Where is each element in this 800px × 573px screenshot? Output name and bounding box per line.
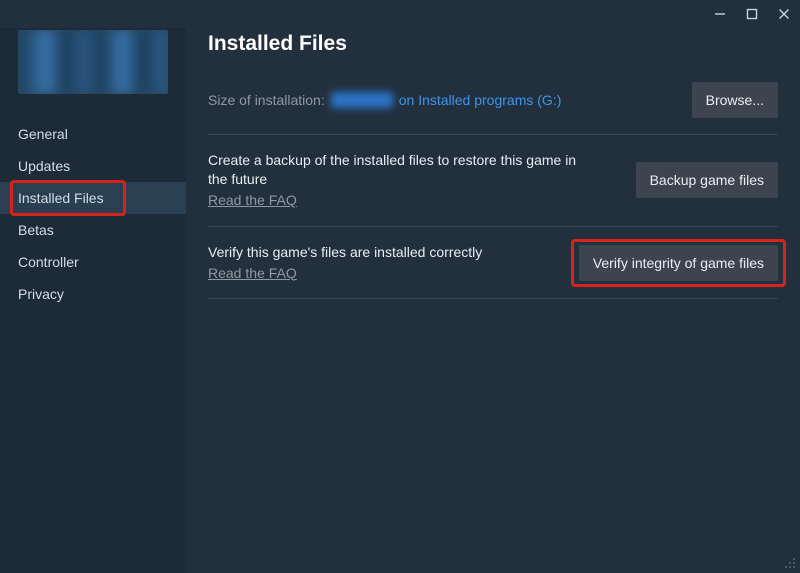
browse-button[interactable]: Browse... — [692, 82, 778, 118]
sidebar-item-controller[interactable]: Controller — [0, 246, 186, 278]
minimize-button[interactable] — [712, 6, 728, 22]
verify-integrity-button[interactable]: Verify integrity of game files — [579, 245, 778, 281]
backup-description: Create a backup of the installed files t… — [208, 152, 576, 187]
backup-game-files-button[interactable]: Backup game files — [636, 162, 778, 198]
install-size-row: Size of installation: on Installed progr… — [208, 82, 778, 118]
install-size-label: Size of installation: — [208, 92, 325, 108]
properties-window: General Updates Installed Files Betas Co… — [0, 0, 800, 573]
window-titlebar — [0, 0, 800, 28]
divider — [208, 298, 778, 299]
close-button[interactable] — [776, 6, 792, 22]
sidebar-nav: General Updates Installed Files Betas Co… — [0, 118, 186, 310]
verify-faq-link[interactable]: Read the FAQ — [208, 264, 297, 283]
maximize-button[interactable] — [744, 6, 760, 22]
game-header-image — [18, 30, 168, 94]
page-title: Installed Files — [208, 32, 778, 56]
verify-description: Verify this game's files are installed c… — [208, 244, 482, 260]
sidebar-item-general[interactable]: General — [0, 118, 186, 150]
sidebar: General Updates Installed Files Betas Co… — [0, 28, 186, 573]
sidebar-item-privacy[interactable]: Privacy — [0, 278, 186, 310]
sidebar-item-betas[interactable]: Betas — [0, 214, 186, 246]
verify-section: Verify this game's files are installed c… — [208, 227, 778, 299]
install-location-link[interactable]: on Installed programs (G:) — [399, 92, 562, 108]
sidebar-item-installed-files[interactable]: Installed Files — [0, 182, 186, 214]
backup-section: Create a backup of the installed files t… — [208, 135, 778, 226]
resize-grip-icon[interactable] — [784, 557, 796, 569]
content-pane: Installed Files Size of installation: on… — [186, 28, 800, 573]
sidebar-item-updates[interactable]: Updates — [0, 150, 186, 182]
backup-faq-link[interactable]: Read the FAQ — [208, 191, 297, 210]
install-size-value-redacted — [331, 92, 393, 108]
